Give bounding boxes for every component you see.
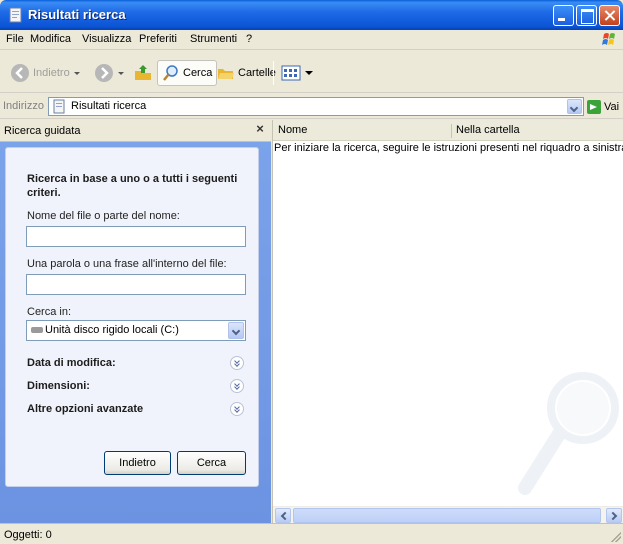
lookin-value: Unità disco rigido locali (C:)	[45, 324, 179, 336]
hard-drive-icon	[31, 327, 43, 333]
back-label: Indietro	[33, 67, 70, 79]
menu-bar: File Modifica Visualizza Preferiti Strum…	[0, 30, 623, 50]
go-button[interactable]: Vai	[587, 98, 621, 115]
views-grid-icon	[281, 65, 301, 81]
chevron-down-icon	[305, 71, 313, 75]
go-arrow-icon	[587, 99, 601, 114]
filename-label: Nome del file o parte del nome:	[27, 210, 180, 222]
phrase-input[interactable]	[26, 274, 246, 295]
address-dropdown-button[interactable]	[567, 99, 582, 114]
search-heading: Ricerca in base a uno o a tutti i seguen…	[27, 173, 238, 199]
option-advanced[interactable]: Altre opzioni avanzate	[27, 402, 247, 418]
search-button[interactable]: Cerca	[177, 451, 246, 475]
address-label: Indirizzo	[3, 100, 44, 112]
close-pane-icon[interactable]: ×	[253, 122, 267, 136]
filename-input[interactable]	[26, 226, 246, 247]
window-title: Risultati ricerca	[28, 7, 126, 22]
lookin-label: Cerca in:	[27, 306, 72, 318]
title-bar: Risultati ricerca	[0, 0, 623, 30]
column-name[interactable]: Nome	[278, 124, 307, 136]
resize-grip-icon[interactable]	[611, 532, 621, 542]
address-input[interactable]: Risultati ricerca	[48, 97, 584, 116]
go-label: Vai	[604, 100, 620, 113]
toolbar: Indietro Cerca Cartelle	[0, 51, 623, 93]
close-button[interactable]	[599, 5, 620, 26]
horizontal-scrollbar[interactable]	[273, 506, 623, 523]
views-button[interactable]	[281, 60, 313, 86]
expand-chevron-icon[interactable]	[230, 379, 244, 393]
status-text: Oggetti: 0	[4, 529, 52, 541]
back-arrow-icon	[11, 64, 29, 82]
column-divider[interactable]	[451, 124, 452, 138]
option-advanced-label: Altre opzioni avanzate	[27, 403, 144, 415]
up-folder-button[interactable]	[133, 60, 153, 86]
windows-logo-icon	[602, 33, 615, 45]
search-results-icon	[9, 7, 22, 23]
chevron-down-icon	[73, 71, 80, 75]
search-label: Cerca	[183, 67, 213, 79]
expand-chevron-icon[interactable]	[230, 402, 244, 416]
menu-modifica[interactable]: Modifica	[30, 33, 71, 45]
address-bar: Indirizzo Risultati ricerca Vai	[0, 94, 623, 119]
back-button[interactable]: Indietro	[10, 60, 80, 86]
lookin-select[interactable]: Unità disco rigido locali (C:)	[26, 320, 246, 341]
column-header: Nome Nella cartella	[273, 120, 623, 141]
option-size-label: Dimensioni:	[27, 380, 90, 392]
menu-help[interactable]: ?	[246, 33, 252, 45]
forward-arrow-icon	[95, 64, 113, 82]
scroll-left-icon[interactable]	[275, 508, 291, 523]
minimize-button[interactable]	[553, 5, 574, 26]
magnifier-watermark-icon	[518, 372, 619, 495]
menu-file[interactable]: File	[6, 33, 24, 45]
forward-button[interactable]	[94, 60, 124, 86]
option-date-modified[interactable]: Data di modifica:	[27, 356, 247, 372]
folders-label: Cartelle	[238, 67, 276, 79]
toolbar-separator	[273, 61, 274, 85]
search-pane-header: Ricerca guidata ×	[0, 120, 271, 142]
results-list: Nome Nella cartella Per iniziare la rice…	[272, 120, 623, 523]
maximize-button[interactable]	[576, 5, 597, 26]
scroll-right-icon[interactable]	[606, 508, 622, 523]
column-folder[interactable]: Nella cartella	[456, 124, 520, 136]
option-date-label: Data di modifica:	[27, 357, 116, 369]
folders-button[interactable]: Cartelle	[217, 60, 276, 86]
menu-strumenti[interactable]: Strumenti	[190, 33, 237, 45]
search-button-toolbar[interactable]: Cerca	[157, 60, 218, 86]
search-pane-title: Ricerca guidata	[4, 125, 81, 137]
scrollbar-thumb[interactable]	[293, 508, 601, 523]
folders-icon	[218, 69, 234, 79]
results-message: Per iniziare la ricerca, seguire le istr…	[274, 142, 623, 154]
phrase-label: Una parola o una frase all'interno del f…	[27, 258, 227, 270]
back-button-pane[interactable]: Indietro	[104, 451, 171, 475]
search-results-icon	[53, 99, 65, 114]
chevron-down-icon[interactable]	[228, 322, 244, 339]
status-bar: Oggetti: 0	[0, 523, 623, 544]
menu-preferiti[interactable]: Preferiti	[139, 33, 177, 45]
expand-chevron-icon[interactable]	[230, 356, 244, 370]
address-value: Risultati ricerca	[71, 100, 147, 112]
chevron-down-icon	[118, 71, 124, 75]
menu-visualizza[interactable]: Visualizza	[82, 33, 131, 45]
up-folder-icon	[135, 65, 151, 80]
option-size[interactable]: Dimensioni:	[27, 379, 247, 395]
search-icon	[163, 65, 178, 81]
